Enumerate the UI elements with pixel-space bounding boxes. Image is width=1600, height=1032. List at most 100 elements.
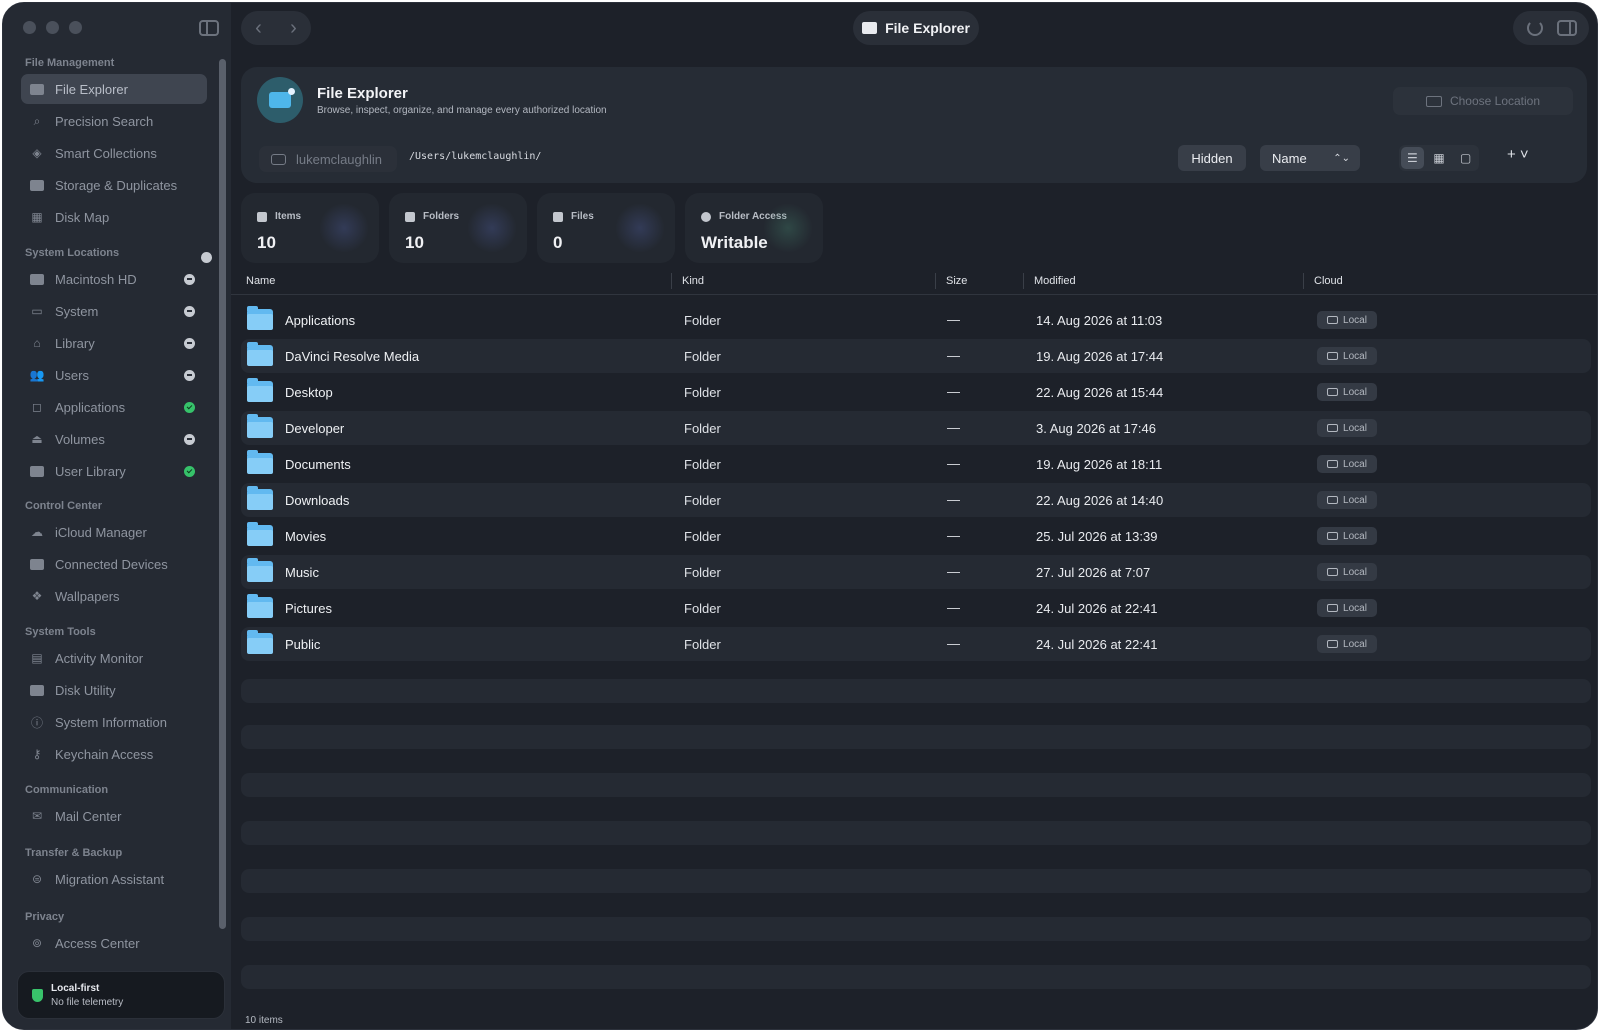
column-name[interactable]: Name	[246, 275, 275, 287]
sidebar-item-mail-center[interactable]: ✉ Mail Center	[21, 801, 207, 831]
column-cloud[interactable]: Cloud	[1314, 275, 1343, 287]
column-size[interactable]: Size	[946, 275, 967, 287]
table-row[interactable]: Desktop Folder — 22. Aug 2026 at 15:44 Local	[241, 375, 1591, 409]
column-divider[interactable]	[1303, 273, 1304, 289]
monitor-icon: ▭	[31, 304, 43, 318]
sidebar-item-file-explorer[interactable]: File Explorer	[21, 74, 207, 104]
table-row[interactable]: Documents Folder — 19. Aug 2026 at 18:11 Loc…	[241, 447, 1591, 481]
sidebar-item-activity-monitor[interactable]: ▤ Activity Monitor	[21, 643, 207, 673]
sidebar-item-disk-utility[interactable]: Disk Utility	[21, 675, 207, 705]
cell-kind: Folder	[684, 421, 721, 436]
sidebar-item-macintosh-hd[interactable]: Macintosh HD	[21, 264, 207, 294]
cell-modified: 3. Aug 2026 at 17:46	[1036, 421, 1156, 436]
cell-name: Applications	[285, 313, 356, 328]
file-icon	[553, 211, 563, 222]
status-icon	[184, 369, 195, 381]
sidebar-item-disk-map[interactable]: ▦ Disk Map	[21, 202, 207, 232]
folder-plus-icon	[1425, 95, 1442, 107]
sidebar-item-library[interactable]: ⌂ Library	[21, 328, 207, 358]
sidebar-item-storage-duplicates[interactable]: Storage & Duplicates	[21, 170, 207, 200]
sidebar-item-user-library[interactable]: User Library	[21, 456, 207, 486]
forward-chevron-icon[interactable]: ›	[290, 17, 297, 40]
table-row[interactable]: Applications Folder — 14. Aug 2026 at 11:03…	[241, 303, 1591, 337]
cell-size: —	[947, 492, 960, 507]
table-row[interactable]: Pictures Folder — 24. Jul 2026 at 22:41 Loca…	[241, 591, 1591, 625]
table-row[interactable]: DaVinci Resolve Media Folder — 19. Aug 2026…	[241, 339, 1591, 373]
folder-icon	[247, 522, 273, 546]
sidebar-item-volumes[interactable]: ⏏ Volumes	[21, 424, 207, 454]
column-kind[interactable]: Kind	[682, 275, 704, 287]
folder-icon	[247, 306, 273, 330]
sidebar-item-connected-devices[interactable]: Connected Devices	[21, 549, 207, 579]
sidebar-item-users[interactable]: 👥 Users	[21, 360, 207, 390]
sidebar-item-migration-assistant[interactable]: ⊜ Migration Assistant	[21, 864, 207, 894]
table-row[interactable]: Music Folder — 27. Jul 2026 at 7:07 Local	[241, 555, 1591, 589]
sort-select[interactable]: Name ⌃⌄	[1260, 145, 1360, 171]
drive-icon	[29, 178, 45, 192]
sidebar-toggle-icon[interactable]	[199, 20, 219, 36]
empty-row	[241, 679, 1591, 703]
folder-icon	[405, 211, 415, 222]
cloud-badge: Local	[1317, 455, 1377, 473]
list-view-icon[interactable]: ☰	[1401, 147, 1424, 169]
cell-modified: 22. Aug 2026 at 14:40	[1036, 493, 1164, 508]
folder-icon	[862, 22, 878, 34]
sidebar-item-system[interactable]: ▭ System	[21, 296, 207, 326]
table-row[interactable]: Downloads Folder — 22. Aug 2026 at 14:40 Loc…	[241, 483, 1591, 517]
cell-name: Documents	[285, 457, 351, 472]
sidebar-item-keychain-access[interactable]: ⚷ Keychain Access	[21, 739, 207, 769]
folder-icon	[247, 378, 273, 402]
cell-kind: Folder	[684, 637, 721, 652]
cell-modified: 22. Aug 2026 at 15:44	[1036, 385, 1164, 400]
cell-name: Desktop	[285, 385, 333, 400]
sidebar-item-icloud-manager[interactable]: ☁ iCloud Manager	[21, 517, 207, 547]
table-row[interactable]: Developer Folder — 3. Aug 2026 at 17:46 Loca…	[241, 411, 1591, 445]
table-row[interactable]: Movies Folder — 25. Jul 2026 at 13:39 Local	[241, 519, 1591, 553]
back-chevron-icon[interactable]: ‹	[255, 17, 262, 40]
column-divider[interactable]	[671, 273, 672, 289]
sidebar-item-precision-search[interactable]: ⌕ Precision Search	[21, 106, 207, 136]
gallery-view-icon[interactable]: ▢	[1454, 147, 1477, 169]
cell-kind: Folder	[684, 349, 721, 364]
sidebar-scrollbar[interactable]	[219, 59, 226, 929]
grid-icon: ▦	[31, 210, 43, 224]
inspector-toggle-icon[interactable]	[1557, 20, 1577, 36]
user-chip[interactable]: lukemclaughlin	[259, 146, 397, 172]
cloud-badge: Local	[1317, 527, 1377, 545]
empty-row	[241, 869, 1591, 893]
close-window-button[interactable]	[23, 21, 36, 34]
minimize-window-button[interactable]	[46, 21, 59, 34]
devices-icon	[29, 557, 45, 571]
cloud-badge: Local	[1317, 419, 1377, 437]
cell-kind: Folder	[684, 313, 721, 328]
sidebar-item-access-center[interactable]: ⊚ Access Center	[21, 928, 207, 958]
cloud-badge: Local	[1317, 383, 1377, 401]
sidebar-item-wallpapers[interactable]: ❖ Wallpapers	[21, 581, 207, 611]
table-row[interactable]: Public Folder — 24. Jul 2026 at 22:41 Local	[241, 627, 1591, 661]
cloud-badge: Local	[1317, 347, 1377, 365]
column-modified[interactable]: Modified	[1034, 275, 1076, 287]
cell-modified: 19. Aug 2026 at 17:44	[1036, 349, 1164, 364]
grid-view-icon[interactable]: ▦	[1428, 147, 1451, 169]
cell-size: —	[947, 636, 960, 651]
status-icon	[184, 433, 195, 445]
drive-icon	[1327, 568, 1339, 576]
sidebar-item-smart-collections[interactable]: ◈ Smart Collections	[21, 138, 207, 168]
sidebar-item-system-information[interactable]: ⓘ System Information	[21, 707, 207, 737]
library-icon: ⌂	[33, 336, 41, 350]
choose-location-button[interactable]: Choose Location	[1393, 87, 1573, 115]
zoom-window-button[interactable]	[69, 21, 82, 34]
drive-icon	[1327, 604, 1339, 612]
section-privacy: Privacy	[25, 911, 65, 923]
status-icon	[184, 305, 195, 317]
cloud-badge: Local	[1317, 563, 1377, 581]
column-divider[interactable]	[935, 273, 936, 289]
toolbar-right-actions	[1513, 11, 1589, 45]
show-hidden-button[interactable]: Hidden	[1178, 145, 1246, 171]
item-count: 10 items	[245, 1015, 283, 1026]
add-menu-button[interactable]: + ˅	[1507, 146, 1529, 163]
refresh-icon[interactable]	[1527, 20, 1543, 36]
migration-icon: ⊜	[31, 872, 43, 886]
column-divider[interactable]	[1023, 273, 1024, 289]
sidebar-item-applications[interactable]: ◻ Applications	[21, 392, 207, 422]
